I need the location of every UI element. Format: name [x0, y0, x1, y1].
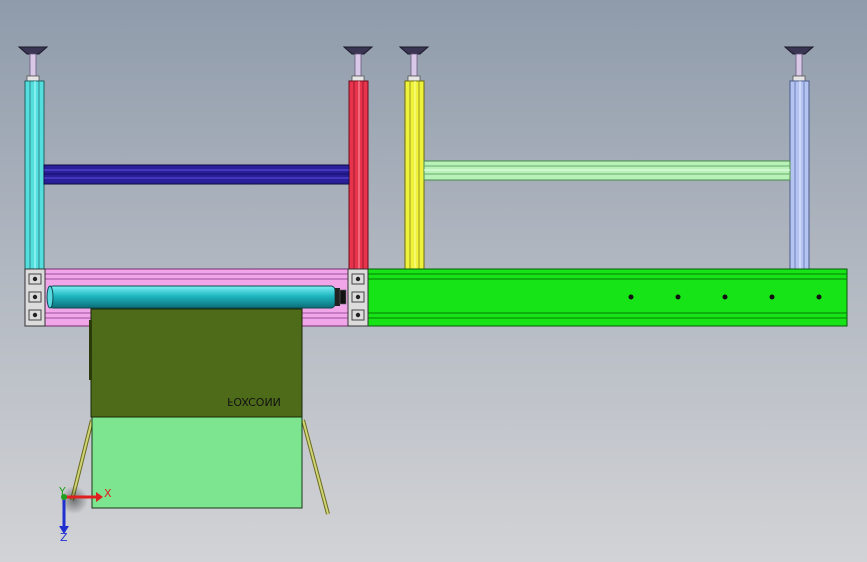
conveyor-rail-green: [365, 268, 848, 327]
assembly-model[interactable]: FOXCONN X Y Z: [0, 0, 867, 562]
corner-block-right: [347, 268, 369, 327]
panel-light-green: [91, 416, 303, 509]
foxconn-label: FOXCONN: [227, 395, 281, 408]
corner-block-left: [24, 268, 46, 327]
crossbeam-mint: [423, 160, 791, 181]
x-axis-label: X: [104, 487, 112, 500]
leg-red: [348, 80, 369, 272]
leg-yellow: [404, 80, 425, 270]
z-axis-label: Z: [60, 531, 68, 544]
leveling-foot-1: [17, 46, 49, 82]
leveling-foot-2: [342, 46, 374, 82]
leveling-foot-4: [783, 46, 815, 82]
cad-viewport[interactable]: FOXCONN X Y Z: [0, 0, 867, 562]
leg-cyan: [24, 80, 45, 272]
y-axis-label: Y: [58, 485, 66, 498]
leg-lightblue: [789, 80, 810, 270]
roller-teal: [46, 285, 347, 309]
crossbeam-navy: [43, 164, 350, 185]
leveling-foot-3: [398, 46, 430, 82]
coordinate-triad: X Y Z: [58, 485, 112, 544]
